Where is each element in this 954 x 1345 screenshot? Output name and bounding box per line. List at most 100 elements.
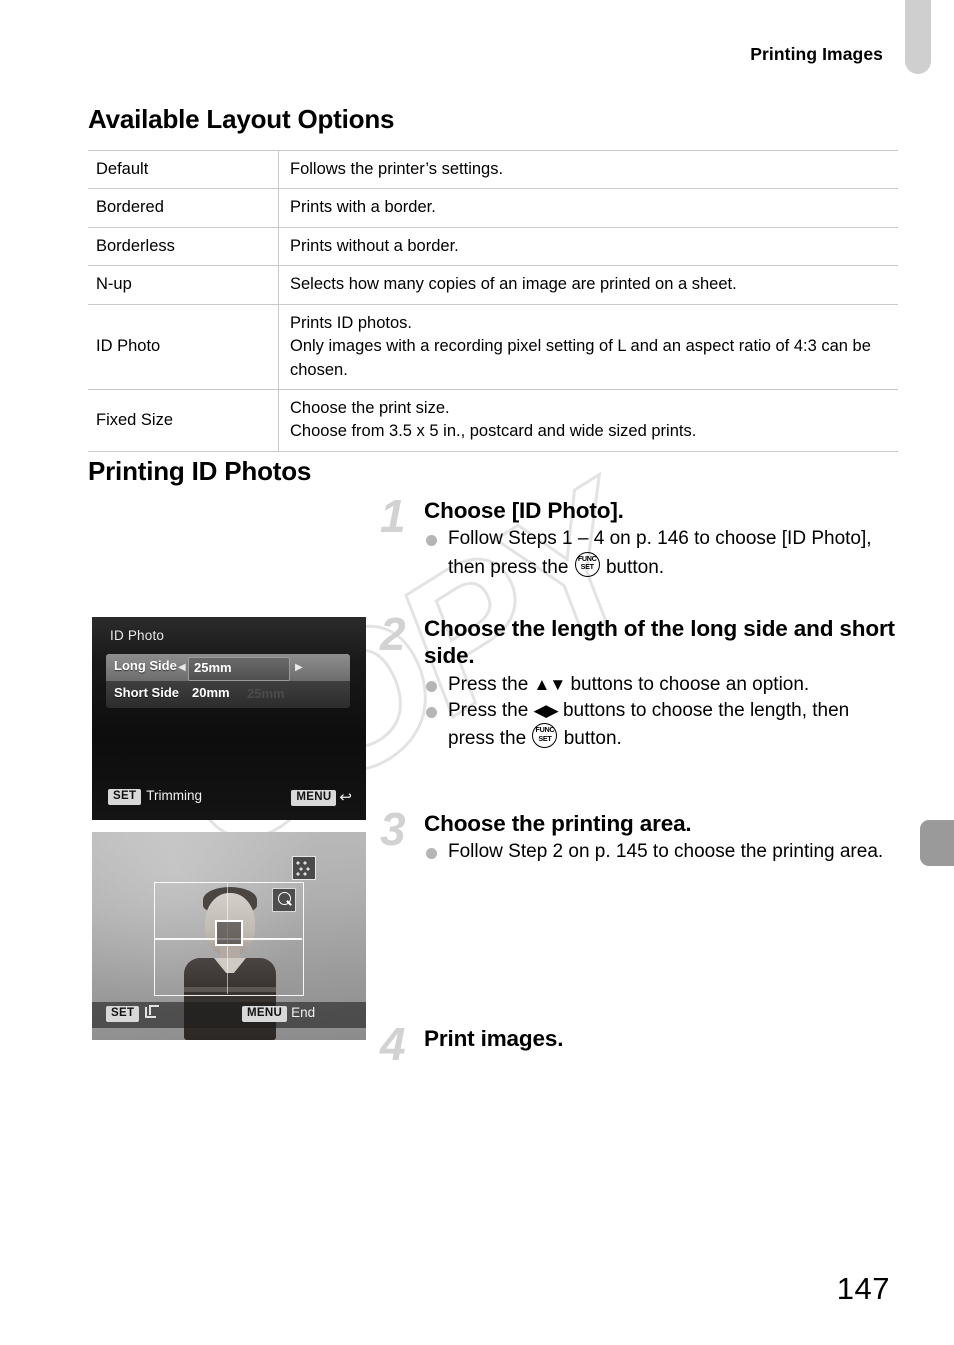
running-head: Printing Images xyxy=(750,44,883,64)
desc-line: Only images with a recording pixel setti… xyxy=(290,337,871,379)
left-arrow-icon: ◀ xyxy=(178,662,186,673)
funcset-button-icon: FUNC SET xyxy=(574,551,600,577)
table-row: N-up Selects how many copies of an image… xyxy=(88,265,898,305)
step-number: 3 xyxy=(380,803,406,855)
bullet-text: Press the xyxy=(448,700,534,722)
table-cell-name: Fixed Size xyxy=(88,388,279,452)
desc-line: Prints without a border. xyxy=(290,236,459,255)
page-number: 147 xyxy=(836,1271,890,1306)
table-cell-desc: Prints ID photos. Only images with a rec… xyxy=(278,303,898,390)
layout-options-table: Default Follows the printer’s settings. … xyxy=(88,149,898,452)
table-cell-name: Bordered xyxy=(88,188,279,228)
thumb-tab-top xyxy=(905,0,931,74)
table-row: Borderless Prints without a border. xyxy=(88,226,898,266)
lcd1-value-long-side: 25mm xyxy=(194,659,232,675)
step-bullets: Follow Step 2 on p. 145 to choose the pr… xyxy=(424,839,900,864)
table-cell-desc: Choose the print size. Choose from 3.5 x… xyxy=(278,388,898,452)
table-row: Default Follows the printer’s settings. xyxy=(88,149,898,189)
step-number: 1 xyxy=(380,490,406,542)
bullet-text: Press the xyxy=(448,673,534,695)
table-cell-desc: Prints with a border. xyxy=(278,188,898,228)
step-title: Choose the printing area. xyxy=(424,811,692,836)
bullet-text-tail: buttons to choose an option. xyxy=(565,673,810,695)
bullet-text-tail: button. xyxy=(558,728,622,750)
lcd1-row-short-side[interactable]: Short Side 20mm 25mm xyxy=(106,681,350,708)
lcd1-ghost-value: 25mm xyxy=(247,686,285,701)
step-number: 4 xyxy=(380,1018,406,1070)
camera-screenshot-trimming-area: SET MENU End xyxy=(92,832,366,1040)
lcd1-row-long-side[interactable]: Long Side ◀ 25mm ▶ xyxy=(106,654,350,681)
desc-line: Choose from 3.5 x 5 in., postcard and wi… xyxy=(290,422,697,441)
list-item: Follow Steps 1 – 4 on p. 146 to choose [… xyxy=(424,526,900,580)
table-cell-name: Default xyxy=(88,149,279,189)
list-item: Follow Step 2 on p. 145 to choose the pr… xyxy=(424,839,900,864)
step-bullets: Press the ▲▼ buttons to choose an option… xyxy=(424,672,900,752)
left-right-buttons-icon: ◀▶ xyxy=(533,701,559,721)
menu-badge-icon: MENU xyxy=(291,790,337,807)
lcd1-value-long-side-box[interactable]: 25mm xyxy=(188,656,290,681)
menu-badge-icon: MENU xyxy=(242,1006,288,1023)
set-badge-icon: SET xyxy=(106,1006,140,1023)
table-cell-desc: Selects how many copies of an image are … xyxy=(278,265,898,305)
camera-screenshot-id-photo-settings: ID Photo Long Side ◀ 25mm ▶ Short Side 2… xyxy=(92,617,366,820)
set-badge-icon: SET xyxy=(108,789,142,806)
bullet-text-tail: button. xyxy=(600,556,665,578)
bullet-dot-icon xyxy=(426,707,437,719)
lcd2-menu-hint: MENU End xyxy=(242,1005,316,1023)
table-cell-name: N-up xyxy=(88,265,279,305)
right-arrow-icon: ▶ xyxy=(295,662,303,673)
desc-line: Prints with a border. xyxy=(290,198,436,217)
list-item: Press the ◀▶ buttons to choose the lengt… xyxy=(424,698,900,752)
table-cell-desc: Follows the printer’s settings. xyxy=(278,149,898,189)
step-3: 3 Choose the printing area. Follow Step … xyxy=(380,806,900,1025)
step-1: 1 Choose [ID Photo]. Follow Steps 1 – 4 … xyxy=(380,493,900,615)
thumb-tab-chapter xyxy=(920,820,954,866)
step-title: Choose [ID Photo]. xyxy=(424,498,624,523)
table-cell-name: ID Photo xyxy=(88,303,279,390)
lcd1-set-hint: SET Trimming xyxy=(108,788,203,806)
page-title-layout-options: Available Layout Options xyxy=(88,104,395,134)
step-4: 4 Print images. xyxy=(380,1021,900,1067)
bullet-dot-icon xyxy=(426,848,437,860)
lcd1-set-label: Trimming xyxy=(146,788,203,803)
desc-line: Selects how many copies of an image are … xyxy=(290,275,737,294)
lcd2-set-hint: SET xyxy=(106,1005,160,1023)
lcd1-menu-hint: MENU ↩ xyxy=(291,788,352,807)
lcd1-value-short-side: 20mm xyxy=(192,685,230,700)
bullet-dot-icon xyxy=(426,680,437,692)
return-arrow-icon: ↩ xyxy=(339,789,352,806)
table-row: Fixed Size Choose the print size. Choose… xyxy=(88,388,898,452)
lcd2-menu-label: End xyxy=(291,1005,316,1020)
lcd1-title: ID Photo xyxy=(110,628,165,643)
table-row: ID Photo Prints ID photos. Only images w… xyxy=(88,303,898,390)
page-title-printing-id-photos: Printing ID Photos xyxy=(88,456,312,486)
lcd1-label-long-side: Long Side xyxy=(114,658,177,673)
step-2: 2 Choose the length of the long side and… xyxy=(380,611,900,810)
step-bullets: Follow Steps 1 – 4 on p. 146 to choose [… xyxy=(424,526,900,580)
table-cell-desc: Prints without a border. xyxy=(278,226,898,266)
manual-page: Printing Images COPY Available Layout Op… xyxy=(0,0,954,1345)
desc-line: Follows the printer’s settings. xyxy=(290,160,504,178)
magnify-icon xyxy=(272,888,296,912)
funcset-button-icon: FUNC SET xyxy=(532,723,558,749)
lcd1-label-short-side: Short Side xyxy=(114,685,180,700)
desc-line: Prints ID photos. xyxy=(290,313,412,332)
focus-frame xyxy=(215,920,243,946)
step-title: Choose the length of the long side and s… xyxy=(424,616,895,669)
up-down-buttons-icon: ▲▼ xyxy=(533,674,567,694)
resolution-icon xyxy=(292,856,316,880)
funcset-bottom: SET xyxy=(538,733,552,743)
table-cell-name: Borderless xyxy=(88,226,279,266)
list-item: Press the ▲▼ buttons to choose an option… xyxy=(424,672,900,697)
steps-column: 1 Choose [ID Photo]. Follow Steps 1 – 4 … xyxy=(380,493,900,1067)
step-number: 2 xyxy=(380,608,406,660)
table-row: Bordered Prints with a border. xyxy=(88,188,898,228)
step-title: Print images. xyxy=(424,1026,564,1051)
bullet-dot-icon xyxy=(426,535,437,547)
desc-line: Choose the print size. xyxy=(290,398,450,417)
lcd1-footer-bar: SET Trimming MENU ↩ xyxy=(92,786,366,812)
bullet-text: Follow Step 2 on p. 145 to choose the pr… xyxy=(448,841,884,863)
lcd1-option-list: Long Side ◀ 25mm ▶ Short Side 20mm 25mm xyxy=(106,654,350,708)
crop-rotate-icon xyxy=(145,1005,160,1019)
lcd2-footer-bar: SET MENU End xyxy=(92,1002,366,1028)
